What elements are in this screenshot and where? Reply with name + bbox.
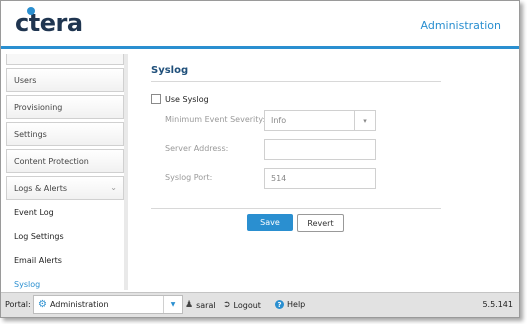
- header: ctera Administration: [1, 1, 519, 49]
- sidebar-item-label: Logs & Alerts: [14, 183, 67, 193]
- dropdown-arrow-icon: ▾: [354, 111, 375, 130]
- sidebar-item-logs-alerts[interactable]: Logs & Alerts ⌄: [6, 176, 124, 200]
- page-title: Syslog: [151, 65, 189, 76]
- portal-value: Administration: [49, 300, 109, 309]
- sidebar-item-settings[interactable]: Settings: [6, 122, 124, 146]
- sidebar-scrollbar[interactable]: [124, 54, 128, 290]
- user-icon: ♟: [185, 300, 194, 310]
- form-divider: [151, 208, 441, 209]
- logo-dot-icon: [27, 7, 35, 15]
- help-link[interactable]: ? Help: [275, 300, 305, 309]
- gear-icon: ⚙: [38, 299, 47, 310]
- ctera-logo: ctera: [15, 7, 83, 37]
- server-address-input[interactable]: [264, 139, 376, 160]
- sidebar-item-users[interactable]: Users: [6, 68, 124, 92]
- sidebar-top-item[interactable]: [6, 54, 124, 65]
- sidebar-subitem-syslog[interactable]: Syslog: [6, 272, 124, 290]
- main-panel: Syslog Use Syslog Minimum Event Severity…: [131, 54, 517, 290]
- portal-select[interactable]: ⚙ Administration ▼: [33, 295, 183, 314]
- logout-link[interactable]: ➲ Logout: [223, 300, 261, 310]
- use-syslog-label: Use Syslog: [165, 94, 209, 104]
- logo-text: ctera: [15, 9, 83, 37]
- user-name: saral: [196, 300, 216, 310]
- server-address-label: Server Address:: [165, 144, 229, 153]
- sidebar-item-content-protection[interactable]: Content Protection: [6, 149, 124, 173]
- help-label: Help: [287, 300, 306, 309]
- status-bar: Portal: ⚙ Administration ▼ ♟ saral ➲ Log…: [1, 292, 519, 317]
- title-divider: [151, 81, 441, 82]
- header-title: Administration: [420, 19, 502, 32]
- use-syslog-row: Use Syslog: [151, 94, 209, 104]
- use-syslog-checkbox[interactable]: [151, 94, 161, 104]
- portal-label: Portal:: [5, 300, 31, 309]
- app-window: ctera Administration Users Provisioning …: [0, 0, 520, 318]
- chevron-down-icon: ⌄: [110, 183, 117, 192]
- sidebar-subitem-log-settings[interactable]: Log Settings: [6, 224, 124, 248]
- logout-icon: ➲: [223, 300, 231, 310]
- help-icon: ?: [275, 300, 284, 309]
- sidebar-item-provisioning[interactable]: Provisioning: [6, 95, 124, 119]
- sidebar-subitem-email-alerts[interactable]: Email Alerts: [6, 248, 124, 272]
- user-indicator: ♟ saral: [185, 300, 216, 310]
- min-severity-label: Minimum Event Severity:: [165, 115, 266, 124]
- min-severity-select[interactable]: Info ▾: [264, 110, 376, 131]
- save-button[interactable]: Save: [247, 214, 293, 231]
- min-severity-value: Info: [271, 116, 287, 125]
- sidebar-subitem-event-log[interactable]: Event Log: [6, 200, 124, 224]
- syslog-port-label: Syslog Port:: [165, 173, 213, 182]
- version-label: 5.5.141: [482, 300, 513, 309]
- sidebar: Users Provisioning Settings Content Prot…: [6, 54, 125, 290]
- syslog-port-input[interactable]: 514: [264, 168, 376, 189]
- logout-label: Logout: [233, 300, 261, 310]
- dropdown-arrow-icon: ▼: [163, 296, 182, 313]
- revert-button[interactable]: Revert: [297, 214, 344, 232]
